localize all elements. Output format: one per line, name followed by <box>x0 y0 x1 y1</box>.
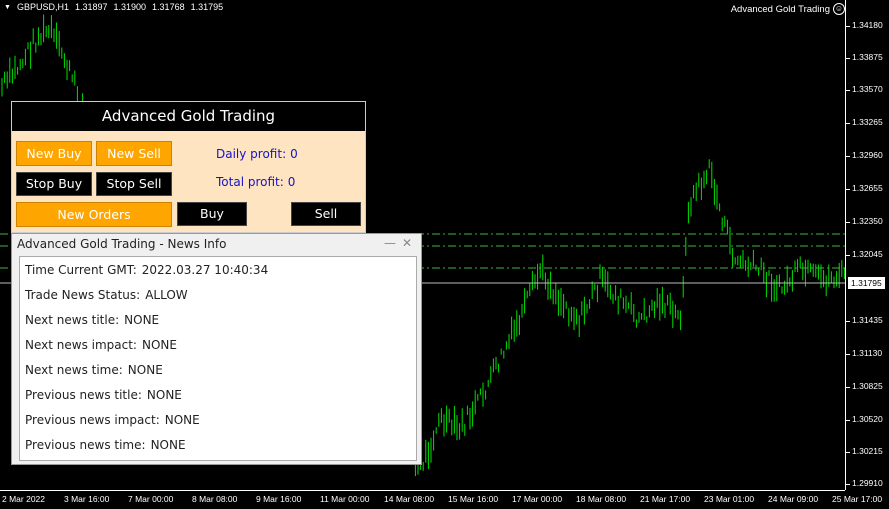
price-tick: 1.30215 <box>846 446 883 456</box>
current-price-marker: 1.31795 <box>848 277 885 289</box>
time-tick: 15 Mar 16:00 <box>448 494 499 504</box>
news-row-label: Trade News Status: <box>25 288 141 302</box>
news-row-label: Next news time: <box>25 363 123 377</box>
news-row-value: NONE <box>150 438 186 452</box>
new-orders-button[interactable]: New Orders <box>16 202 172 227</box>
sell-button[interactable]: Sell <box>291 202 361 226</box>
price-tick: 1.32350 <box>846 216 883 226</box>
news-row-value: 2022.03.27 10:40:34 <box>141 263 269 277</box>
news-info-window: Advanced Gold Trading - News Info — ✕ Ti… <box>11 233 422 465</box>
stop-sell-button[interactable]: Stop Sell <box>96 172 172 196</box>
news-row: Previous news impact: NONE <box>25 413 200 427</box>
time-tick: 7 Mar 00:00 <box>128 494 174 504</box>
price-tick: 1.33875 <box>846 52 883 62</box>
price-axis[interactable]: 1.34180 1.33875 1.33570 1.33265 1.32960 1.326… <box>845 0 889 490</box>
daily-profit-value: 0 <box>290 147 298 161</box>
time-tick: 3 Mar 16:00 <box>64 494 110 504</box>
total-profit: Total profit: 0 <box>216 175 295 189</box>
time-tick: 24 Mar 09:00 <box>768 494 819 504</box>
quote-close: 1.31795 <box>190 2 224 12</box>
price-tick: 1.30825 <box>846 381 883 391</box>
time-tick: 8 Mar 08:00 <box>192 494 238 504</box>
new-sell-button[interactable]: New Sell <box>96 141 172 166</box>
news-row-label: Previous news title: <box>25 388 142 402</box>
chart-symbol-header: ▼ GBPUSD,H1 1.31897 1.31900 1.31768 1.31… <box>4 2 223 12</box>
news-row-label: Next news title: <box>25 313 120 327</box>
price-tick: 1.31435 <box>846 315 883 325</box>
dropdown-triangle-icon[interactable]: ▼ <box>4 4 11 11</box>
price-tick: 1.31130 <box>845 348 883 358</box>
quote-open: 1.31897 <box>74 2 108 12</box>
news-row-label: Previous news impact: <box>25 413 160 427</box>
price-tick: 1.30520 <box>846 414 883 424</box>
daily-profit-label: Daily profit: <box>216 147 287 161</box>
price-tick: 1.32045 <box>846 249 883 259</box>
news-row: Next news title: NONE <box>25 313 159 327</box>
time-tick: 2 Mar 2022 <box>2 494 45 504</box>
news-row-value: NONE <box>141 338 177 352</box>
news-row-value: NONE <box>127 363 163 377</box>
time-tick: 25 Mar 17:00 <box>832 494 883 504</box>
news-row: Previous news title: NONE <box>25 388 182 402</box>
news-row-value: ALLOW <box>145 288 188 302</box>
total-profit-value: 0 <box>287 175 296 189</box>
news-row-value: NONE <box>124 313 160 327</box>
trading-panel: Advanced Gold Trading New Buy New Sell S… <box>11 101 366 233</box>
stop-buy-button[interactable]: Stop Buy <box>16 172 92 196</box>
ea-name: Advanced Gold Trading <box>730 3 830 15</box>
time-tick: 17 Mar 00:00 <box>512 494 563 504</box>
new-buy-button[interactable]: New Buy <box>16 141 92 166</box>
time-tick: 18 Mar 08:00 <box>576 494 627 504</box>
news-row: Time Current GMT: 2022.03.27 10:40:34 <box>25 263 268 277</box>
time-tick: 23 Mar 01:00 <box>704 494 755 504</box>
time-tick: 14 Mar 08:00 <box>384 494 435 504</box>
close-icon[interactable]: ✕ <box>402 236 412 250</box>
smiley-icon: ☺ <box>833 3 845 15</box>
minimize-icon[interactable]: — <box>384 236 396 250</box>
price-tick: 1.34180 <box>846 20 883 30</box>
symbol-label: GBPUSD,H1 <box>16 2 69 12</box>
news-row-label: Previous news time: <box>25 438 146 452</box>
panel-title: Advanced Gold Trading <box>12 102 365 131</box>
news-row: Next news impact: NONE <box>25 338 177 352</box>
news-row-value: NONE <box>164 413 200 427</box>
expert-advisor-label[interactable]: Advanced Gold Trading ☺ <box>731 3 845 15</box>
news-window-title: Advanced Gold Trading - News Info <box>17 237 227 251</box>
daily-profit: Daily profit: 0 <box>216 147 298 161</box>
time-tick: 11 Mar 00:00 <box>320 494 370 504</box>
buy-button[interactable]: Buy <box>177 202 247 226</box>
news-row-label: Next news impact: <box>25 338 137 352</box>
price-tick: 1.32960 <box>846 150 883 160</box>
news-row-value: NONE <box>146 388 182 402</box>
price-tick: 1.32655 <box>846 183 883 193</box>
news-row: Previous news time: NONE <box>25 438 186 452</box>
news-row-label: Time Current GMT: <box>25 263 137 277</box>
news-info-body: Time Current GMT: 2022.03.27 10:40:34 Trad… <box>19 256 417 461</box>
price-tick: 1.33265 <box>846 117 883 127</box>
time-tick: 21 Mar 17:00 <box>640 494 691 504</box>
price-tick: 1.33570 <box>846 84 883 94</box>
news-row: Next news time: NONE <box>25 363 163 377</box>
price-tick: 1.29910 <box>846 478 883 488</box>
time-tick: 9 Mar 16:00 <box>256 494 302 504</box>
news-row: Trade News Status: ALLOW <box>25 288 188 302</box>
quote-high: 1.31900 <box>113 2 147 12</box>
total-profit-label: Total profit: <box>216 175 284 189</box>
quote-low: 1.31768 <box>152 2 185 12</box>
time-axis[interactable]: 2 Mar 2022 3 Mar 16:00 7 Mar 00:00 8 Mar 08… <box>0 490 882 509</box>
